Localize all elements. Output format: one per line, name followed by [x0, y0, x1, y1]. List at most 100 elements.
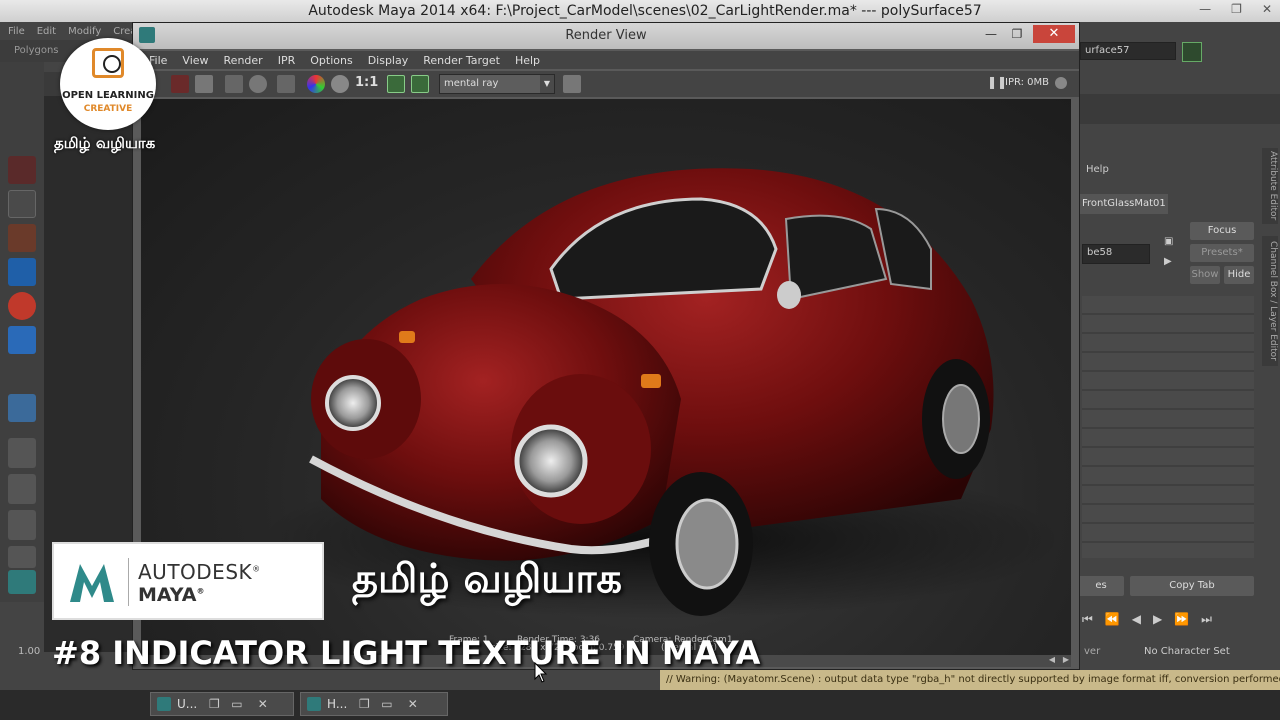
taskbar-window-controls[interactable]: ❐ ▭ ✕ — [209, 693, 268, 715]
attribute-editor-side-tab[interactable]: Attribute Editor — [1262, 148, 1278, 224]
tabs-button[interactable]: es — [1078, 576, 1124, 596]
paint-select-tool-icon[interactable] — [8, 224, 36, 252]
scroll-right-icon[interactable]: ▶ — [1063, 655, 1069, 664]
rv-menu-render-target[interactable]: Render Target — [423, 54, 500, 67]
maya-logo-icon — [70, 564, 114, 602]
status-line-warning: // Warning: (Mayatomr.Scene) : output da… — [660, 670, 1280, 690]
menu-file[interactable]: File — [8, 26, 25, 37]
show-button[interactable]: Show — [1190, 266, 1220, 284]
rv-menu-render[interactable]: Render — [224, 54, 263, 67]
node-name-field[interactable]: be58 — [1082, 244, 1150, 264]
ipr-render-icon[interactable] — [225, 75, 243, 93]
scroll-left-icon[interactable]: ◀ — [1049, 655, 1055, 664]
rv-menu-help[interactable]: Help — [515, 54, 540, 67]
maya-titlebar: Autodesk Maya 2014 x64: F:\Project_CarMo… — [0, 0, 1280, 22]
ae-help-menu[interactable]: Help — [1086, 164, 1109, 175]
toolbox — [0, 62, 44, 602]
focus-button[interactable]: Focus — [1190, 222, 1254, 240]
region-render-icon[interactable] — [277, 75, 295, 93]
render-view-titlebar: Render View — [133, 23, 1079, 49]
go-to-output-icon[interactable]: ▶ — [1164, 256, 1172, 267]
menu-edit[interactable]: Edit — [37, 26, 56, 37]
close-button[interactable]: ✕ — [1033, 25, 1075, 43]
channel-box-side-tab[interactable]: Channel Box / Layer Editor — [1262, 236, 1278, 366]
maya-wordmark: MAYA® — [138, 584, 205, 606]
mouse-cursor-icon — [534, 662, 548, 683]
close-icon[interactable]: ✕ — [1262, 2, 1272, 16]
menu-modify[interactable]: Modify — [68, 26, 101, 37]
refresh-icon[interactable] — [249, 75, 267, 93]
ipr-status-icon — [1055, 77, 1067, 89]
playback-buttons[interactable]: ⏮⏪◀▶⏩⏭ — [1082, 612, 1224, 627]
logo-tamil-caption: தமிழ் வழியாக — [54, 134, 156, 152]
minimize-icon[interactable]: — — [981, 25, 1001, 43]
layout-four-icon[interactable] — [8, 474, 36, 504]
car-side-mirror — [777, 281, 801, 309]
layout-outliner-icon[interactable] — [8, 510, 36, 540]
material-tab[interactable]: FrontGlassMat01 — [1078, 194, 1168, 214]
keep-image-icon[interactable] — [387, 75, 405, 93]
rv-menu-display[interactable]: Display — [368, 54, 409, 67]
taskbar-item-label: U... — [177, 697, 198, 711]
character-set-dropdown[interactable]: No Character Set — [1144, 646, 1230, 657]
redo-render-icon[interactable] — [171, 75, 189, 93]
attribute-list[interactable] — [1082, 296, 1254, 558]
manipulator-tool-icon[interactable] — [8, 394, 36, 422]
go-to-input-icon[interactable]: ▣ — [1164, 236, 1173, 247]
taskbar-item-hypershade[interactable]: H... ❐ ▭ ✕ — [300, 692, 448, 716]
taskbar: U... ❐ ▭ ✕ H... ❐ ▭ ✕ — [0, 690, 1280, 720]
render-layout-icon[interactable] — [8, 570, 36, 594]
presets-button[interactable]: Presets* — [1190, 244, 1254, 262]
snapshot-icon[interactable] — [195, 75, 213, 93]
render-settings-icon[interactable] — [563, 75, 581, 93]
maya-app-icon — [139, 27, 155, 43]
logo-text-line2: CREATIVE — [83, 104, 133, 114]
taskbar-window-controls[interactable]: ❐ ▭ ✕ — [359, 693, 418, 715]
render-view-toolbar: 1:1 mental ray ▼ ❚❚ IPR: 0MB — [133, 71, 1079, 97]
panel-header — [1078, 94, 1280, 124]
render-view-menubar: File View Render IPR Options Display Ren… — [133, 51, 1079, 69]
real-size-button[interactable]: 1:1 — [355, 75, 378, 90]
rgb-channels-icon[interactable] — [307, 75, 325, 93]
minimize-icon[interactable]: — — [1199, 2, 1211, 16]
maya-window-controls: — ❐ ✕ — [1199, 2, 1272, 16]
logo-text-line1: OPEN LEARNING — [62, 90, 154, 101]
rv-menu-view[interactable]: View — [182, 54, 208, 67]
autodesk-wordmark: AUTODESK® — [138, 560, 261, 584]
tamil-caption: தமிழ் வழியாக — [352, 556, 622, 602]
attribute-editor-panel: urface57 Help FrontGlassMat01 be58 ▣ ▶ F… — [1078, 40, 1280, 670]
taskbar-item-label: H... — [327, 697, 348, 711]
renderer-value: mental ray — [444, 78, 499, 89]
maximize-icon[interactable]: ❐ — [1007, 25, 1027, 43]
maya-app-icon — [307, 697, 321, 711]
copy-tab-button[interactable]: Copy Tab — [1130, 576, 1254, 596]
playback-controls: ⏮⏪◀▶⏩⏭ ver No Character Set — [1078, 600, 1280, 670]
renderer-dropdown[interactable]: mental ray ▼ — [439, 74, 555, 94]
car-right-headlight — [514, 424, 588, 498]
alpha-channel-icon[interactable] — [331, 75, 349, 93]
hide-button[interactable]: Hide — [1224, 266, 1254, 284]
time-field[interactable]: 1.00 — [18, 646, 40, 657]
move-tool-icon[interactable] — [8, 258, 36, 286]
remove-image-icon[interactable] — [411, 75, 429, 93]
rv-menu-options[interactable]: Options — [310, 54, 352, 67]
maya-app-icon — [157, 697, 171, 711]
car-left-headlight — [325, 375, 381, 431]
maximize-icon[interactable]: ❐ — [1231, 2, 1242, 16]
layout-stack-icon[interactable] — [8, 546, 36, 568]
select-tool-icon[interactable] — [8, 156, 36, 184]
rv-menu-ipr[interactable]: IPR — [278, 54, 296, 67]
play-icon — [92, 48, 124, 78]
lasso-tool-icon[interactable] — [8, 190, 36, 218]
taskbar-item-maya[interactable]: U... ❐ ▭ ✕ — [150, 692, 294, 716]
scale-tool-icon[interactable] — [8, 326, 36, 354]
lock-selection-icon[interactable] — [1182, 42, 1202, 62]
rotate-tool-icon[interactable] — [8, 292, 36, 320]
open-learning-creative-logo: OPEN LEARNING CREATIVE — [60, 38, 156, 130]
autodesk-maya-badge: AUTODESK® MAYA® — [52, 542, 324, 620]
selected-node-field[interactable]: urface57 — [1080, 42, 1176, 60]
layout-single-icon[interactable] — [8, 438, 36, 468]
ipr-memory-status: IPR: 0MB — [1005, 77, 1050, 88]
chevron-down-icon: ▼ — [540, 75, 554, 93]
desktop: Autodesk Maya 2014 x64: F:\Project_CarMo… — [0, 0, 1280, 720]
